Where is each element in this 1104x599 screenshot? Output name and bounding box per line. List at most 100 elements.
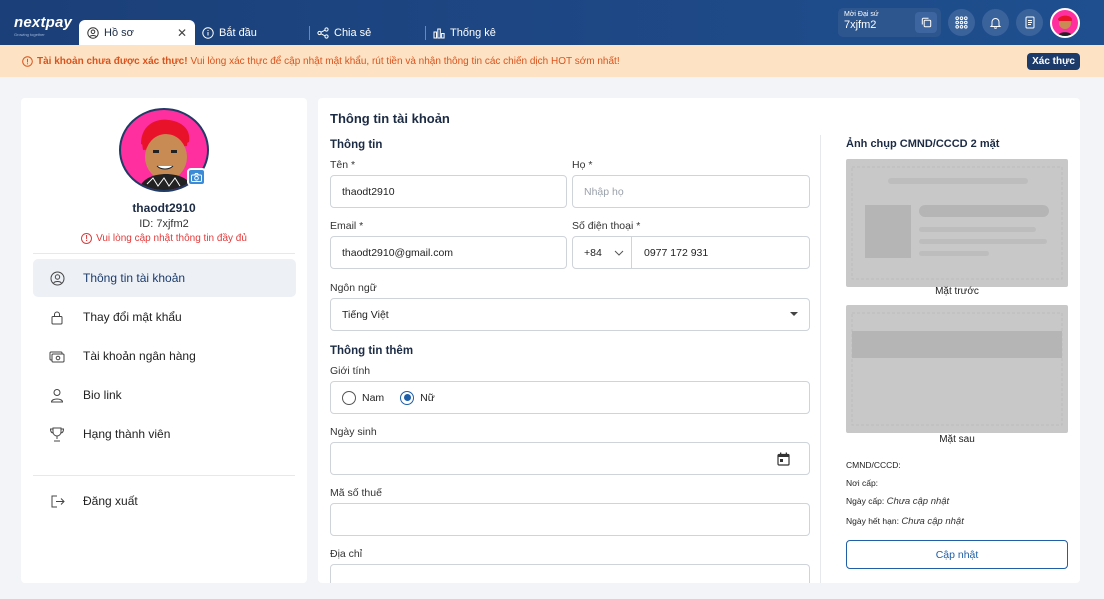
first-name-label: Tên * — [330, 159, 356, 171]
first-name-input[interactable]: thaodt2910 — [330, 175, 567, 208]
divider — [33, 253, 295, 254]
banner-bold-text: Tài khoản chưa được xác thực! — [37, 55, 188, 67]
profile-sidebar: thaodt2910 ID: 7xjfm2 ! Vui lòng cập nhậ… — [21, 98, 307, 583]
birthday-label: Ngày sinh — [330, 426, 377, 438]
money-icon — [49, 348, 65, 364]
share-icon — [317, 26, 329, 39]
tab-getting-started[interactable]: Bắt đầu — [202, 20, 257, 45]
warning-circle-icon — [22, 55, 33, 67]
last-name-input[interactable]: Nhập họ — [572, 175, 810, 208]
language-select[interactable]: Tiếng Việt — [330, 298, 810, 331]
issue-place-row: Nơi cấp: — [846, 478, 878, 488]
user-icon — [49, 387, 65, 403]
sidebar-item-bank-account[interactable]: Tài khoản ngân hàng — [33, 337, 296, 375]
sidebar-item-label: Tài khoản ngân hàng — [83, 349, 196, 363]
expiry-date-label: Ngày hết hạn: — [846, 516, 899, 526]
tax-code-input[interactable] — [330, 503, 810, 536]
logout-icon — [49, 493, 65, 509]
chevron-down-icon — [614, 250, 624, 256]
gender-label: Giới tính — [330, 365, 371, 377]
section-more-heading: Thông tin thêm — [330, 345, 414, 357]
account-info-panel: Thông tin tài khoản Thông tin Tên * thao… — [318, 98, 1080, 583]
user-circle-icon — [49, 270, 65, 286]
sidebar-item-account-info[interactable]: Thông tin tài khoản — [33, 259, 296, 297]
tax-code-label: Mã số thuế — [330, 487, 382, 499]
user-circle-icon — [87, 26, 99, 39]
last-name-label: Họ * — [572, 159, 593, 171]
email-field[interactable]: thaodt2910@gmail.com — [330, 236, 567, 269]
lock-icon — [49, 309, 65, 325]
copy-icon[interactable] — [915, 12, 937, 33]
bar-chart-icon — [433, 27, 445, 39]
email-label: Email * — [330, 220, 364, 232]
phone-number-input[interactable]: 0977 172 931 — [644, 247, 708, 259]
calendar-icon[interactable] — [777, 452, 790, 466]
tab-share-label: Chia sẻ — [334, 26, 372, 39]
nextpay-logo[interactable]: nextpay — [14, 14, 72, 31]
camera-icon[interactable] — [187, 168, 206, 186]
tab-divider — [309, 26, 310, 40]
bell-icon[interactable] — [982, 9, 1009, 36]
logout-label: Đăng xuất — [83, 494, 138, 508]
id-number-label: CMND/CCCD: — [846, 460, 901, 470]
verify-button[interactable]: Xác thực — [1027, 53, 1080, 70]
id-card-back-placeholder — [851, 312, 1063, 426]
id-front-upload[interactable] — [846, 159, 1068, 287]
profile-warning-text: Vui lòng cập nhật thông tin đầy đủ — [96, 233, 247, 244]
language-label: Ngôn ngữ — [330, 282, 377, 294]
profile-username: thaodt2910 — [132, 201, 196, 215]
sidebar-item-label: Hạng thành viên — [83, 427, 171, 441]
address-input[interactable] — [330, 564, 810, 583]
issue-date-label: Ngày cấp: — [846, 496, 885, 506]
logout-button[interactable]: Đăng xuất — [33, 482, 296, 520]
expiry-date-value: Chưa cập nhật — [901, 516, 964, 527]
issue-date-row: Ngày cấp: Chưa cập nhật — [846, 496, 949, 507]
profile-id: ID: 7xjfm2 — [139, 218, 189, 230]
tab-profile[interactable]: Hồ sơ ✕ — [79, 20, 195, 45]
id-photos-heading: Ảnh chụp CMND/CCCD 2 mặt — [846, 138, 1000, 150]
gender-female-radio[interactable]: Nữ — [400, 390, 435, 405]
phone-field: +84 0977 172 931 — [572, 236, 810, 269]
tab-getting-started-label: Bắt đầu — [219, 26, 257, 39]
id-card-front-placeholder — [851, 166, 1063, 280]
logo-tagline: Growing together — [14, 32, 45, 37]
gender-male-radio[interactable]: Nam — [342, 390, 385, 405]
issue-place-label: Nơi cấp: — [846, 478, 879, 488]
section-info-heading: Thông tin — [330, 139, 383, 151]
id-back-caption: Mặt sau — [939, 434, 975, 445]
banner-text: Vui lòng xác thực để cập nhật mật khẩu, … — [190, 55, 620, 67]
tab-statistics[interactable]: Thống kê — [433, 20, 496, 45]
id-front-caption: Mặt trước — [935, 286, 979, 297]
gender-male-label: Nam — [362, 391, 385, 404]
caret-down-icon — [790, 312, 798, 316]
sidebar-item-label: Thông tin tài khoản — [83, 271, 186, 285]
sidebar-item-bio-link[interactable]: Bio link — [33, 376, 296, 414]
birthday-input[interactable] — [330, 442, 810, 475]
update-button[interactable]: Cập nhật — [846, 540, 1068, 569]
info-icon — [202, 26, 214, 39]
address-label: Địa chỉ — [330, 548, 363, 560]
expiry-date-row: Ngày hết hạn: Chưa cập nhật — [846, 516, 964, 527]
top-navigation-bar: nextpay Growing together Hồ sơ ✕ Bắt đầu… — [0, 0, 1104, 45]
document-icon[interactable] — [1016, 9, 1043, 36]
referral-code-box: Mời Đại sứ 7xjfm2 — [838, 8, 941, 37]
gender-female-label: Nữ — [420, 391, 435, 404]
verification-warning-banner: Tài khoản chưa được xác thực! Vui lòng x… — [0, 45, 1104, 77]
tab-profile-label: Hồ sơ — [104, 26, 134, 39]
close-tab-icon[interactable]: ✕ — [177, 26, 187, 40]
issue-date-value: Chưa cập nhật — [886, 496, 950, 507]
sidebar-item-label: Bio link — [83, 388, 122, 402]
column-divider — [820, 135, 821, 583]
tab-share[interactable]: Chia sẻ — [317, 20, 371, 45]
profile-incomplete-warning: ! Vui lòng cập nhật thông tin đầy đủ — [21, 233, 307, 244]
country-code-select[interactable]: +84 — [573, 237, 632, 268]
sidebar-item-membership-rank[interactable]: Hạng thành viên — [33, 415, 296, 453]
user-avatar[interactable] — [1050, 8, 1080, 38]
divider — [33, 475, 295, 476]
id-back-upload[interactable] — [846, 305, 1068, 433]
language-value: Tiếng Việt — [342, 308, 389, 321]
apps-grid-icon[interactable] — [948, 9, 975, 36]
id-number-row: CMND/CCCD: — [846, 460, 901, 470]
sidebar-item-label: Thay đổi mật khẩu — [83, 310, 182, 324]
sidebar-item-change-password[interactable]: Thay đổi mật khẩu — [33, 298, 296, 336]
